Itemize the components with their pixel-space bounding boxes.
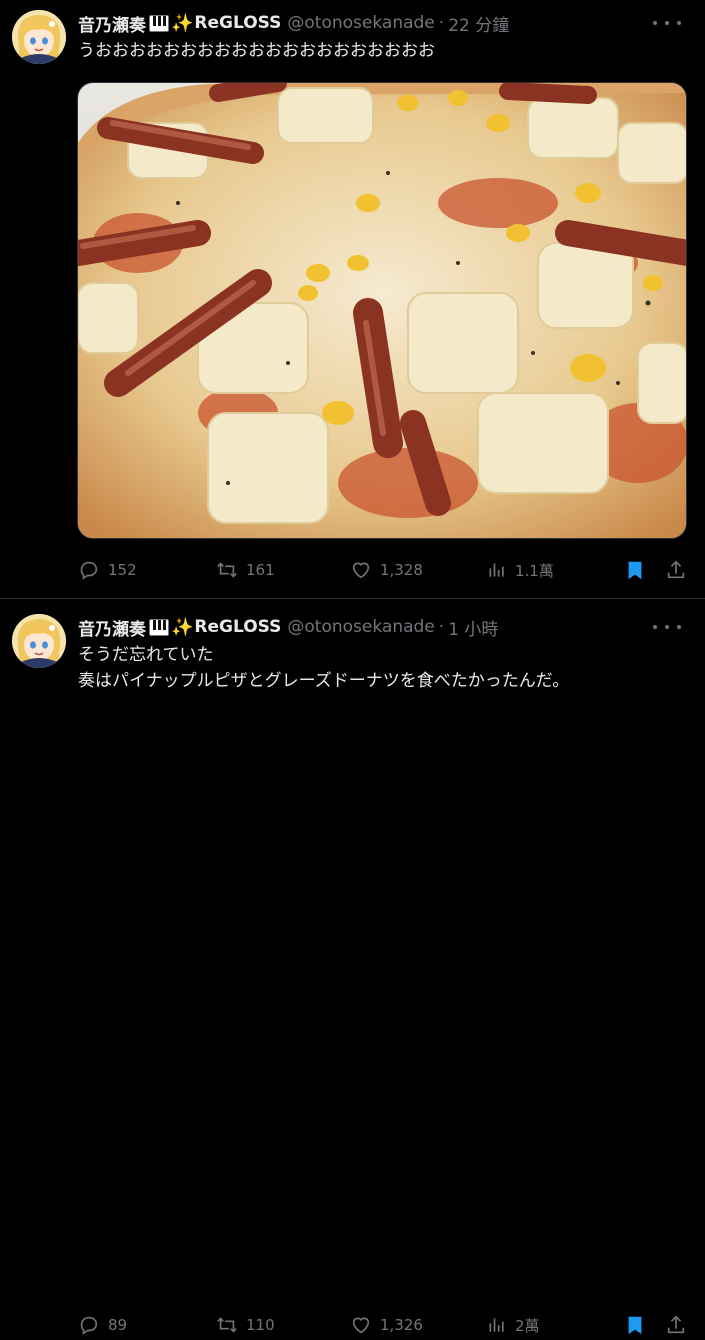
- more-icon[interactable]: [653, 617, 681, 637]
- tweet[interactable]: 音乃瀬奏 ✨ ReGLOSS @otonosekanade · 1 小時 そうだ…: [0, 599, 705, 1335]
- piano-keys-icon: [149, 14, 169, 32]
- share-button[interactable]: [665, 1310, 695, 1340]
- tweet-header: 音乃瀬奏 ✨ ReGLOSS @otonosekanade · 1 小時: [78, 615, 498, 640]
- views-button[interactable]: 1.1萬: [487, 555, 554, 585]
- retweet-count: 110: [246, 1316, 275, 1334]
- reply-button[interactable]: 152: [78, 555, 137, 585]
- bookmark-icon: [628, 561, 642, 580]
- like-icon: [352, 562, 370, 579]
- timestamp[interactable]: 22 分鐘: [448, 11, 509, 36]
- reply-icon: [80, 561, 98, 580]
- retweet-count: 161: [246, 561, 275, 579]
- views-icon: [489, 1318, 504, 1332]
- more-icon[interactable]: [653, 13, 681, 33]
- piano-keys-icon: [149, 618, 169, 636]
- avatar[interactable]: [12, 614, 66, 668]
- tweet-text-line: うおおおおおおおおおおおおおおおおおおおお: [78, 41, 435, 61]
- reply-count: 152: [108, 561, 137, 579]
- share-icon: [667, 1315, 685, 1334]
- bookmark-icon: [628, 1316, 642, 1335]
- tweet[interactable]: 音乃瀬奏 ✨ ReGLOSS @otonosekanade · 22 分鐘 うお…: [0, 0, 705, 599]
- sparkles-icon: ✨: [171, 12, 194, 34]
- like-icon: [352, 1317, 370, 1334]
- avatar[interactable]: [12, 10, 66, 64]
- views-icon: [489, 563, 504, 577]
- display-name-brand[interactable]: ReGLOSS: [194, 617, 281, 637]
- retweet-button[interactable]: 110: [216, 1310, 275, 1340]
- bookmark-button[interactable]: [624, 555, 654, 585]
- dot-separator: ·: [438, 13, 445, 33]
- tweet-text: そうだ忘れていた 奏はパイナップルピザとグレーズドーナツを食べたかったんだ。: [78, 642, 569, 694]
- reply-icon: [80, 1316, 98, 1335]
- tweet-text: うおおおおおおおおおおおおおおおおおおおお: [78, 38, 435, 64]
- retweet-button[interactable]: 161: [216, 555, 275, 585]
- handle[interactable]: @otonosekanade: [287, 13, 434, 33]
- retweet-icon: [217, 562, 237, 578]
- tweet-text-line: そうだ忘れていた: [78, 645, 214, 665]
- tweet-header: 音乃瀬奏 ✨ ReGLOSS @otonosekanade · 22 分鐘: [78, 11, 509, 36]
- dot-separator: ·: [438, 617, 445, 637]
- display-name[interactable]: 音乃瀬奏: [78, 11, 146, 36]
- tweet-actions: 89 110 1,326 2萬: [78, 1310, 688, 1340]
- views-button[interactable]: 2萬: [487, 1310, 540, 1340]
- like-button[interactable]: 1,328: [350, 555, 423, 585]
- like-count: 1,326: [380, 1316, 423, 1334]
- handle[interactable]: @otonosekanade: [287, 617, 434, 637]
- share-button[interactable]: [665, 555, 695, 585]
- view-count: 2萬: [515, 1316, 540, 1335]
- display-name-brand[interactable]: ReGLOSS: [194, 13, 281, 33]
- bookmark-button[interactable]: [624, 1310, 654, 1340]
- reply-count: 89: [108, 1316, 128, 1334]
- like-button[interactable]: 1,326: [350, 1310, 423, 1340]
- retweet-icon: [217, 1317, 237, 1333]
- like-count: 1,328: [380, 561, 423, 579]
- pizza-photo[interactable]: [77, 82, 687, 539]
- view-count: 1.1萬: [515, 561, 554, 580]
- timestamp[interactable]: 1 小時: [448, 615, 498, 640]
- share-icon: [667, 560, 685, 579]
- tweet-text-line: 奏はパイナップルピザとグレーズドーナツを食べたかったんだ。: [78, 671, 570, 691]
- display-name[interactable]: 音乃瀬奏: [78, 615, 146, 640]
- tweet-actions: 152 161 1,328 1.1萬: [78, 555, 688, 585]
- reply-button[interactable]: 89: [78, 1310, 127, 1340]
- sparkles-icon: ✨: [171, 616, 194, 638]
